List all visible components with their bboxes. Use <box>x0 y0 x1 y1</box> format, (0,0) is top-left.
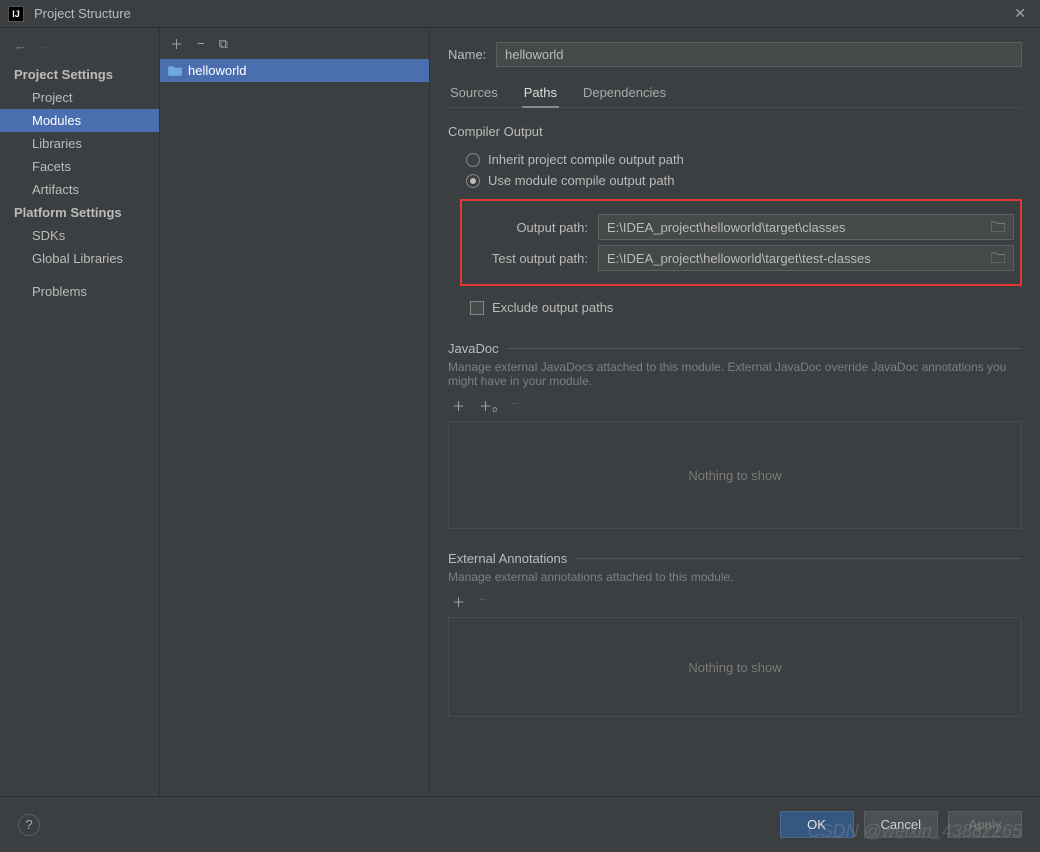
radio-inherit-label: Inherit project compile output path <box>488 152 684 167</box>
window-title: Project Structure <box>34 6 1008 21</box>
section-project-settings: Project Settings <box>0 63 159 86</box>
sidebar: ← → Project Settings Project Modules Lib… <box>0 28 160 796</box>
nav-artifacts[interactable]: Artifacts <box>0 178 159 201</box>
ext-ann-desc: Manage external annotations attached to … <box>448 570 1022 584</box>
javadoc-empty-text: Nothing to show <box>688 468 781 483</box>
detail-tabs: Sources Paths Dependencies <box>448 81 1022 108</box>
nav-libraries[interactable]: Libraries <box>0 132 159 155</box>
javadoc-add-icon[interactable]: ＋ <box>452 396 465 415</box>
external-annotations-section: External Annotations Manage external ann… <box>448 551 1022 717</box>
remove-module-icon[interactable]: − <box>197 36 205 51</box>
divider <box>507 348 1022 349</box>
javadoc-empty: Nothing to show <box>448 421 1022 529</box>
test-output-path-value: E:\IDEA_project\helloworld\target\test-c… <box>607 251 871 266</box>
radio-icon <box>466 174 480 188</box>
name-label: Name: <box>448 47 496 62</box>
ok-button[interactable]: OK <box>780 811 854 838</box>
module-list-panel: ＋ − ⧉ helloworld <box>160 28 430 796</box>
tab-dependencies[interactable]: Dependencies <box>581 81 668 107</box>
nav-project[interactable]: Project <box>0 86 159 109</box>
tab-paths[interactable]: Paths <box>522 81 559 108</box>
module-name: helloworld <box>188 63 247 78</box>
folder-icon <box>168 65 182 76</box>
radio-use-module[interactable]: Use module compile output path <box>448 170 1022 191</box>
section-platform-settings: Platform Settings <box>0 201 159 224</box>
javadoc-add-url-icon[interactable]: ＋₀ <box>479 396 497 415</box>
ext-ann-empty: Nothing to show <box>448 617 1022 717</box>
nav-sdks[interactable]: SDKs <box>0 224 159 247</box>
javadoc-title: JavaDoc <box>448 341 499 356</box>
radio-inherit[interactable]: Inherit project compile output path <box>448 149 1022 170</box>
nav-problems[interactable]: Problems <box>0 270 159 303</box>
output-path-value: E:\IDEA_project\helloworld\target\classe… <box>607 220 845 235</box>
browse-icon[interactable] <box>991 251 1005 266</box>
copy-module-icon[interactable]: ⧉ <box>219 36 228 52</box>
radio-icon <box>466 153 480 167</box>
exclude-output-checkbox[interactable]: Exclude output paths <box>448 296 1022 319</box>
checkbox-icon <box>470 301 484 315</box>
ext-ann-title: External Annotations <box>448 551 567 566</box>
dialog-footer: ? OK Cancel Apply <box>0 796 1040 852</box>
test-output-path-field[interactable]: E:\IDEA_project\helloworld\target\test-c… <box>598 245 1014 271</box>
compiler-output-title: Compiler Output <box>448 124 1022 139</box>
details-panel: Name: Sources Paths Dependencies Compile… <box>430 28 1040 796</box>
tab-sources[interactable]: Sources <box>448 81 500 107</box>
module-name-input[interactable] <box>496 42 1022 67</box>
output-paths-highlight: Output path: E:\IDEA_project\helloworld\… <box>460 199 1022 286</box>
test-output-path-label: Test output path: <box>468 251 598 266</box>
browse-icon[interactable] <box>991 220 1005 235</box>
javadoc-section: JavaDoc Manage external JavaDocs attache… <box>448 341 1022 529</box>
help-button[interactable]: ? <box>18 814 40 836</box>
add-module-icon[interactable]: ＋ <box>170 34 183 53</box>
output-path-label: Output path: <box>468 220 598 235</box>
ext-ann-remove-icon[interactable]: − <box>479 592 487 611</box>
cancel-button[interactable]: Cancel <box>864 811 938 838</box>
app-icon: IJ <box>8 6 24 22</box>
nav-modules[interactable]: Modules <box>0 109 159 132</box>
output-path-field[interactable]: E:\IDEA_project\helloworld\target\classe… <box>598 214 1014 240</box>
nav-global-libraries[interactable]: Global Libraries <box>0 247 159 270</box>
forward-arrow-icon[interactable]: → <box>39 38 52 53</box>
module-row-helloworld[interactable]: helloworld <box>160 59 429 82</box>
javadoc-desc: Manage external JavaDocs attached to thi… <box>448 360 1022 388</box>
divider <box>575 558 1022 559</box>
apply-button[interactable]: Apply <box>948 811 1022 838</box>
ext-ann-empty-text: Nothing to show <box>688 660 781 675</box>
ext-ann-add-icon[interactable]: ＋ <box>452 592 465 611</box>
javadoc-remove-icon[interactable]: − <box>511 396 519 415</box>
exclude-output-label: Exclude output paths <box>492 300 613 315</box>
back-arrow-icon[interactable]: ← <box>14 38 27 53</box>
nav-facets[interactable]: Facets <box>0 155 159 178</box>
radio-use-module-label: Use module compile output path <box>488 173 674 188</box>
close-icon[interactable]: ✕ <box>1008 5 1032 22</box>
